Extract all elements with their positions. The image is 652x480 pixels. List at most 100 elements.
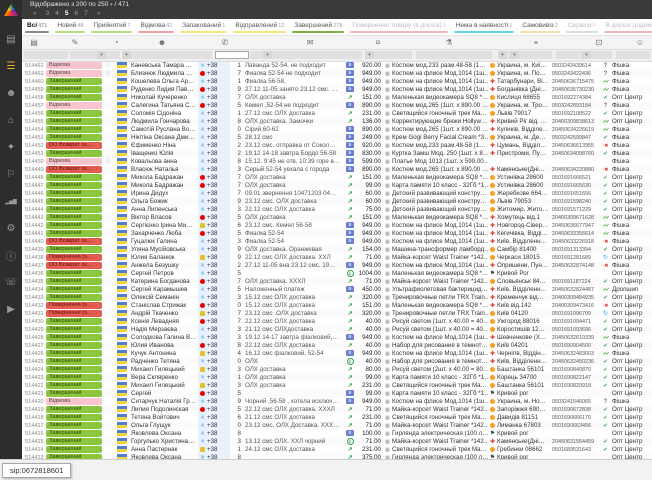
phone-number[interactable]: +38: [207, 438, 230, 446]
filter-dropdown-icon[interactable]: ▾: [122, 51, 131, 59]
order-row[interactable]: 514456ЗавершенийСоломія Сідоніна✳+38127.…: [22, 110, 652, 118]
order-row[interactable]: 514439ЗавершенийУляна Мусійовська✳+389ОЛ…: [22, 246, 652, 254]
filter-dropdown-icon[interactable]: ▾: [97, 51, 106, 59]
phone-number[interactable]: +38: [207, 454, 230, 459]
order-row[interactable]: 514428ЗавершенийСолодкова Галина В…✳+383…: [22, 334, 652, 342]
pager-page-7[interactable]: 7: [81, 10, 91, 17]
phone-number[interactable]: +38: [207, 118, 230, 126]
phone-number[interactable]: +38: [207, 262, 230, 270]
order-row[interactable]: 514440DO Возврат ск…Гуцалюк Галина✳+383Ф…: [22, 238, 652, 246]
filter-cell[interactable]: [500, 51, 552, 59]
order-row[interactable]: 514451ЗавершенийІващенко Юлія✳+38219.12 …: [22, 150, 652, 158]
order-row[interactable]: 514429ЗавершенийНадія Мерзаєва✳+38321.12…: [22, 326, 652, 334]
order-row[interactable]: 514420ВідмоваСитарчук Наталія Гр…✳+389Чо…: [22, 398, 652, 406]
status-column-icon[interactable]: ✎: [72, 37, 79, 48]
order-row[interactable]: 514419ЗавершенийЛилия Подолинская+38522.…: [22, 406, 652, 414]
order-row[interactable]: 514431Повернення (з…Андрій Ткаченко+3872…: [22, 310, 652, 318]
comment-column-icon[interactable]: ✉: [307, 37, 314, 48]
phone-number[interactable]: +38: [207, 238, 230, 246]
phone-number[interactable]: +38: [207, 358, 230, 366]
sidebar-item-statistics[interactable]: ▂▅▇: [0, 188, 22, 215]
order-row[interactable]: 514457ВідмоваСалегина Татьяна С…+385Кеме…: [22, 102, 652, 110]
filter-dropdown-icon[interactable]: ▾: [582, 51, 591, 59]
phone-number[interactable]: +38: [207, 94, 230, 102]
tab-Всі[interactable]: Всі471: [22, 19, 52, 35]
order-row[interactable]: 514432Повернення (з…Станіслав Стрижак+38…: [22, 302, 652, 310]
sidebar-item-dashboard[interactable]: ▤: [0, 26, 22, 53]
phone-number[interactable]: +38: [207, 150, 230, 158]
phone-number[interactable]: +38: [207, 390, 230, 398]
phone-number[interactable]: +38: [207, 366, 230, 374]
phone-number[interactable]: +38: [207, 398, 230, 406]
phone-number[interactable]: +38: [207, 206, 230, 214]
pager-page-3[interactable]: 3: [43, 10, 53, 17]
filter-cell[interactable]: [416, 51, 492, 59]
order-row[interactable]: 514421ЗавершенийСергей+385Б99.00▦Карта п…: [22, 390, 652, 398]
order-row[interactable]: 514414ЗавершенийАнна Пастернак+38124.12 …: [22, 446, 652, 454]
order-row[interactable]: 514442ЗавершенийСергієнко Ірина Ми…+3862…: [22, 222, 652, 230]
phone-number[interactable]: +38: [207, 334, 230, 342]
order-row[interactable]: 514433ЗавершенийОлексій Семанін✳+38315.1…: [22, 294, 652, 302]
order-row[interactable]: 514443ЗавершенийВіктор Власов+385ОЛХ дос…: [22, 214, 652, 222]
order-row[interactable]: 514415ЗавершенийГоргулько Христина…✳+383…: [22, 438, 652, 446]
order-row[interactable]: 514445ЗавершенийОльга Божик✳+38923.12 см…: [22, 198, 652, 206]
order-row[interactable]: 514461ВідмоваⓘБлизнюк Людмила …+387Фиалк…: [22, 70, 652, 78]
phone-number[interactable]: +38: [207, 446, 230, 454]
country-column-icon[interactable]: ◔: [114, 37, 119, 48]
phone-number[interactable]: +38: [207, 294, 230, 302]
phone-number[interactable]: +38: [207, 102, 230, 110]
phone-number[interactable]: +38: [207, 422, 230, 430]
phone-number[interactable]: +38: [207, 190, 230, 198]
phone-column-icon[interactable]: ✆: [222, 37, 229, 48]
sidebar-item-orders[interactable]: ☰: [0, 53, 22, 80]
phone-number[interactable]: +38: [207, 350, 230, 358]
filter-cell[interactable]: [70, 51, 120, 59]
tab-Запакований[interactable]: Запакований1: [177, 19, 230, 35]
order-row[interactable]: 514426ЗавершенийКучук Антонина+38416.12 …: [22, 350, 652, 358]
order-row[interactable]: 514462ВідмоваⓘКаневська Тамара …✳+381Лав…: [22, 62, 652, 70]
filter-dropdown-icon[interactable]: ▾: [498, 51, 507, 59]
phone-number[interactable]: +38: [207, 246, 230, 254]
sidebar-item-announcements[interactable]: ⚐: [0, 161, 22, 188]
phone-number[interactable]: +38: [207, 414, 230, 422]
order-row[interactable]: 514436ЗавершенийСергей Петров✳+385$1004.…: [22, 270, 652, 278]
phone-number[interactable]: +38: [207, 406, 230, 414]
tab-Новий[interactable]: Новий48: [52, 19, 88, 35]
phone-number[interactable]: +38: [207, 142, 230, 150]
filter-cell[interactable]: [124, 51, 212, 59]
order-row[interactable]: 514437DO Возврат ск…Анжела Безушку✳+3822…: [22, 262, 652, 270]
phone-number[interactable]: +38: [207, 78, 230, 86]
tracking-column-icon[interactable]: ⊡: [596, 37, 603, 48]
order-row[interactable]: 514417ЗавершенийОльга Глущук✳+38023.12 с…: [22, 422, 652, 430]
pager-first-button[interactable]: «: [30, 10, 40, 17]
phone-number[interactable]: +38: [207, 166, 230, 174]
order-row[interactable]: 514424ЗавершенийМихаил Гилецький+383ОЛХ …: [22, 366, 652, 374]
order-row[interactable]: 514454ЗавершенийСамотій Руслана Во…✳+380…: [22, 126, 652, 134]
phone-number[interactable]: +38: [207, 254, 230, 262]
sidebar-item-video[interactable]: ▶: [0, 296, 22, 323]
phone-number[interactable]: +38: [207, 382, 230, 390]
phone-number[interactable]: +38: [207, 430, 230, 438]
phone-number[interactable]: +38: [207, 134, 230, 142]
order-row[interactable]: 514430ЗавершенийКсенія Левадняя+38722.12…: [22, 318, 652, 326]
order-row[interactable]: 514418ЗавершенийТетяна Войтович✳+38621.1…: [22, 414, 652, 422]
tab-В дорозі додому[interactable]: В дорозі додому0: [601, 19, 652, 35]
phone-number[interactable]: +38: [207, 62, 230, 70]
phone-number[interactable]: +38: [207, 126, 230, 134]
manager-column-icon[interactable]: ☺: [636, 37, 644, 48]
phone-number[interactable]: +38: [207, 86, 230, 94]
tab-Самовивіз[interactable]: Самовивіз2: [517, 19, 563, 35]
phone-number[interactable]: +38: [207, 174, 230, 182]
sidebar-item-purchases[interactable]: ✦: [0, 134, 22, 161]
tab-Відправлений[interactable]: Відправлений12: [230, 19, 289, 35]
filter-cell[interactable]: [616, 51, 650, 59]
tab-Прийнятий[interactable]: Прийнятий7: [88, 19, 135, 35]
order-row[interactable]: 514446ЗавершенийИрина Дидух✳+38709.01 зв…: [22, 190, 652, 198]
pager-last-button[interactable]: »: [94, 10, 104, 17]
filter-cell[interactable]: [24, 51, 68, 59]
phone-number[interactable]: +38: [207, 182, 230, 190]
phone-number[interactable]: +38: [207, 310, 230, 318]
order-row[interactable]: 514423ЗавершенийВера Скляренко✳+381ОЛХ д…: [22, 374, 652, 382]
order-row[interactable]: 514450ВідмоваⓘКовальова анна✳+38815.12. …: [22, 158, 652, 166]
phone-number[interactable]: +38: [207, 198, 230, 206]
